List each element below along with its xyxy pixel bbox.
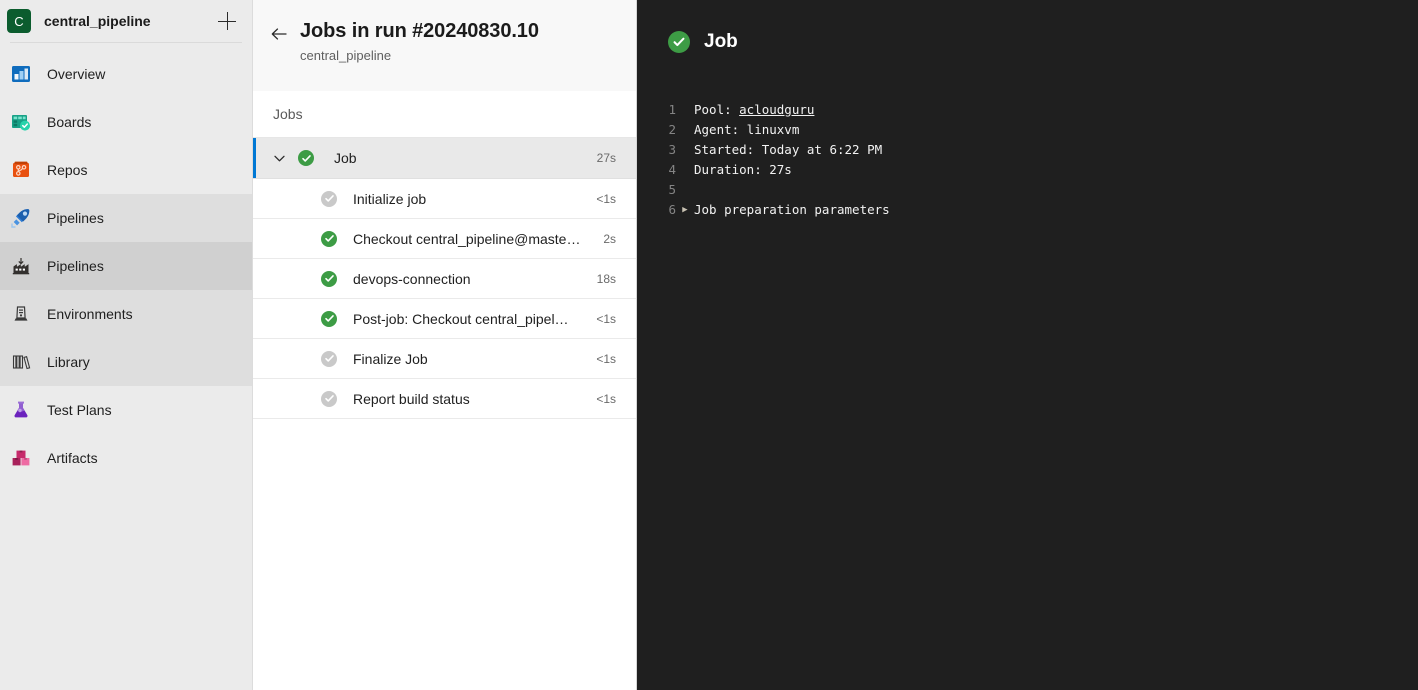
pipeline-name-subtitle: central_pipeline (300, 48, 392, 63)
sidebar-item-label: Library (47, 354, 90, 370)
pipelines-icon (8, 205, 34, 231)
job-name: Finalize Job (353, 350, 428, 367)
line-number: 1 (668, 102, 676, 117)
pipeline-runs-icon (8, 253, 34, 279)
jobs-panel: Jobs in run #20240830.10 central_pipelin… (253, 0, 637, 690)
sidebar-item-label: Test Plans (47, 402, 112, 418)
job-name: Initialize job (353, 190, 427, 207)
status-success-icon (298, 150, 314, 166)
sidebar-item-label: Pipelines (47, 210, 104, 226)
log-panel: Job 1 Pool: acloudguru 2 Agent: linuxvm … (637, 0, 1418, 690)
job-duration: <1s (596, 191, 616, 206)
log-panel-header: Job (637, 0, 1418, 63)
sidebar-nav: Overview Boards Repos Pipelines Pipeline… (0, 43, 252, 482)
log-text: Pool: acloudguru (694, 100, 814, 120)
table-row[interactable]: Report build status <1s (253, 379, 636, 419)
sidebar-item-label: Environments (47, 306, 133, 322)
sidebar-item-pipeline-runs[interactable]: Pipelines (0, 242, 252, 290)
library-icon (8, 349, 34, 375)
status-success-icon (668, 30, 690, 53)
job-name: Post-job: Checkout central_pipel… (353, 310, 569, 327)
status-skipped-icon (321, 390, 337, 407)
line-number: 3 (668, 142, 676, 157)
table-row[interactable]: Checkout central_pipeline@maste… 2s (253, 219, 636, 259)
jobs-list: Job 27s Initialize job <1s Checkout cent… (253, 138, 636, 690)
log-text: Job preparation parameters (694, 202, 890, 217)
line-number: 5 (668, 182, 676, 197)
chevron-down-icon[interactable] (269, 148, 289, 168)
sidebar-item-environments[interactable]: Environments (0, 290, 252, 338)
project-header: C central_pipeline (0, 0, 252, 42)
job-duration: 2s (603, 231, 616, 246)
status-success-icon (321, 230, 337, 247)
log-line: 5 (646, 180, 1418, 200)
page-title: Jobs in run #20240830.10 (300, 20, 539, 42)
repos-icon (8, 157, 34, 183)
project-name[interactable]: central_pipeline (44, 13, 216, 29)
table-row[interactable]: devops-connection 18s (253, 259, 636, 299)
job-name: Job (334, 150, 357, 166)
sidebar-item-repos[interactable]: Repos (0, 146, 252, 194)
log-line: 6 ▶ Job preparation parameters (646, 200, 1418, 220)
sidebar-item-artifacts[interactable]: Artifacts (0, 434, 252, 482)
table-row[interactable]: Finalize Job <1s (253, 339, 636, 379)
log-text-prefix: Pool: (694, 102, 740, 117)
pipelines-group: Pipelines Pipelines Environments Library (0, 194, 252, 386)
jobs-panel-header: Jobs in run #20240830.10 central_pipelin… (253, 0, 636, 91)
sidebar-item-label: Pipelines (47, 258, 104, 274)
sidebar-item-label: Artifacts (47, 450, 98, 466)
job-name: devops-connection (353, 270, 471, 287)
app-root: C central_pipeline Overview Boards Repos… (0, 0, 1418, 690)
log-title: Job (704, 30, 738, 52)
sidebar-item-pipelines[interactable]: Pipelines (0, 194, 252, 242)
left-sidebar: C central_pipeline Overview Boards Repos… (0, 0, 253, 690)
status-skipped-icon (321, 190, 337, 207)
expand-group-icon[interactable]: ▶ (676, 200, 694, 220)
sidebar-item-test-plans[interactable]: Test Plans (0, 386, 252, 434)
environments-icon (8, 301, 34, 327)
log-content[interactable]: 1 Pool: acloudguru 2 Agent: linuxvm 3 St… (637, 63, 1418, 220)
job-name: Report build status (353, 390, 470, 407)
back-arrow-icon[interactable] (269, 24, 289, 44)
sidebar-item-label: Overview (47, 66, 106, 82)
job-duration: 27s (596, 151, 616, 165)
job-duration: <1s (596, 391, 616, 406)
job-name: Checkout central_pipeline@maste… (353, 230, 581, 247)
table-row[interactable]: Initialize job <1s (253, 179, 636, 219)
log-line: 3 Started: Today at 6:22 PM (646, 140, 1418, 160)
sidebar-item-boards[interactable]: Boards (0, 98, 252, 146)
job-duration: 18s (596, 271, 616, 286)
boards-icon (8, 109, 34, 135)
job-duration: <1s (596, 311, 616, 326)
sidebar-item-label: Repos (47, 162, 88, 178)
test-plans-icon (8, 397, 34, 423)
artifacts-icon (8, 445, 34, 471)
overview-icon (8, 61, 34, 87)
status-success-icon (321, 310, 337, 327)
status-skipped-icon (321, 350, 337, 367)
table-row[interactable]: Post-job: Checkout central_pipel… <1s (253, 299, 636, 339)
project-avatar: C (7, 9, 31, 33)
status-success-icon (321, 270, 337, 287)
table-row[interactable]: Job 27s (253, 138, 636, 179)
add-new-icon[interactable] (216, 10, 238, 32)
log-line: 1 Pool: acloudguru (646, 100, 1418, 120)
line-number: 4 (668, 162, 676, 177)
log-line: 4 Duration: 27s (646, 160, 1418, 180)
sidebar-item-label: Boards (47, 114, 92, 130)
pool-link[interactable]: acloudguru (739, 102, 814, 117)
jobs-section-label: Jobs (253, 91, 636, 138)
job-duration: <1s (596, 351, 616, 366)
log-line: 2 Agent: linuxvm (646, 120, 1418, 140)
log-text: Started: Today at 6:22 PM (694, 142, 883, 157)
log-text: Agent: linuxvm (694, 122, 800, 137)
sidebar-item-overview[interactable]: Overview (0, 50, 252, 98)
line-number: 2 (668, 122, 676, 137)
sidebar-item-library[interactable]: Library (0, 338, 252, 386)
line-number: 6 (668, 202, 676, 217)
log-text: Duration: 27s (694, 162, 792, 177)
